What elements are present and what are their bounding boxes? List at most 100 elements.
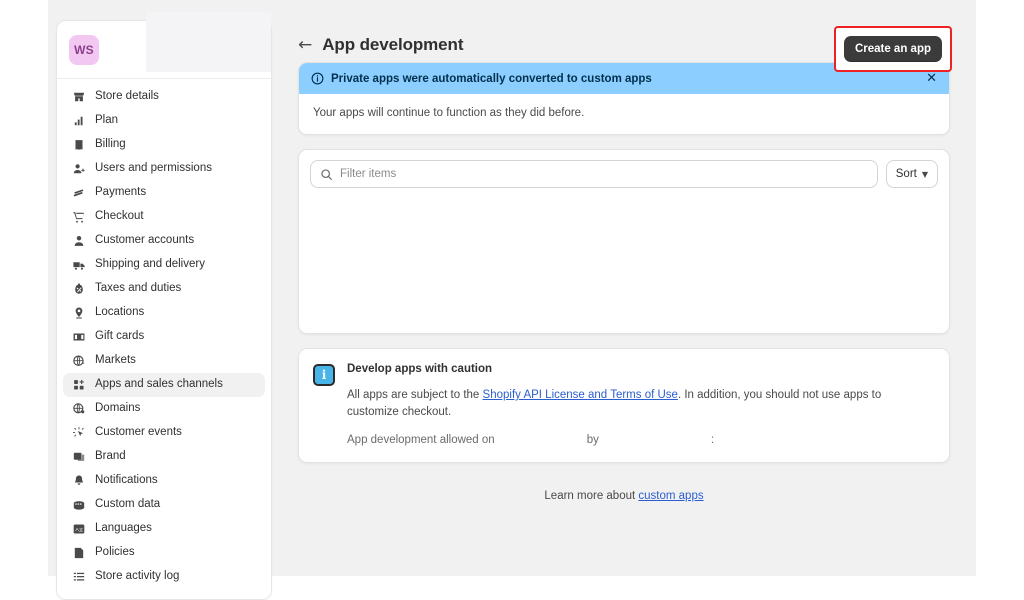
- create-app-highlight: Create an app: [833, 26, 952, 72]
- sidebar-nav: Store details Plan Billing Users and permis…: [57, 79, 271, 589]
- sidebar-item-label: Shipping and delivery: [95, 258, 205, 271]
- info-badge-icon: i: [313, 364, 335, 386]
- sidebar-item-brand[interactable]: Brand: [63, 445, 265, 469]
- settings-sidebar: WS Store details Plan Billing Users and per…: [56, 20, 272, 600]
- app-page: WS Store details Plan Billing Users and per…: [48, 0, 976, 600]
- apps-list-empty-area: [299, 198, 949, 318]
- database-icon: [71, 498, 86, 513]
- image-icon: [71, 450, 86, 465]
- store-header: WS: [57, 21, 271, 79]
- apps-grid-icon: [71, 378, 86, 393]
- learn-more-footer: Learn more about custom apps: [298, 490, 950, 502]
- allowed-prefix: App development allowed on: [347, 434, 495, 447]
- avatar: WS: [69, 34, 99, 65]
- chevron-down-icon: ▼: [921, 169, 928, 179]
- search-input[interactable]: [340, 168, 868, 180]
- sidebar-item-checkout[interactable]: Checkout: [63, 205, 265, 229]
- sidebar-item-label: Users and permissions: [95, 162, 212, 175]
- learn-more-text: Learn more about: [544, 490, 639, 503]
- sidebar-item-label: Locations: [95, 306, 145, 319]
- sidebar-item-shipping-and-delivery[interactable]: Shipping and delivery: [63, 253, 265, 277]
- sidebar-item-customer-events[interactable]: Customer events: [63, 421, 265, 445]
- custom-apps-link[interactable]: custom apps: [638, 490, 703, 502]
- sidebar-item-label: Domains: [95, 402, 141, 415]
- truck-icon: [71, 258, 86, 273]
- conversion-banner: Private apps were automatically converte…: [298, 62, 950, 135]
- user-add-icon: [71, 162, 86, 177]
- content-area: Private apps were automatically converte…: [288, 62, 976, 502]
- sidebar-item-label: Custom data: [95, 498, 161, 511]
- sidebar-item-store-details[interactable]: Store details: [63, 85, 265, 109]
- filter-input-wrapper[interactable]: [310, 160, 878, 188]
- sidebar-item-languages[interactable]: A 文 Languages: [63, 517, 265, 541]
- sidebar-item-label: Store activity log: [95, 570, 180, 583]
- domain-globe-icon: [71, 402, 86, 417]
- translate-icon: A文: [71, 522, 86, 537]
- sidebar-item-label: Languages: [95, 522, 152, 535]
- page-title: App development: [322, 35, 464, 54]
- main-content: ← App development Create an app Private: [288, 0, 976, 576]
- sidebar-item-label: Markets: [95, 354, 136, 367]
- policy-icon: [71, 546, 86, 561]
- create-app-button[interactable]: Create an app: [843, 36, 942, 62]
- caution-body: Develop apps with caution All apps are s…: [347, 363, 935, 446]
- caution-text: All apps are subject to the Shopify API …: [347, 387, 935, 420]
- globe-icon: [71, 354, 86, 369]
- sidebar-item-label: Brand: [95, 450, 126, 463]
- allowed-colon: :: [710, 434, 715, 447]
- sidebar-item-label: Store details: [95, 90, 159, 103]
- search-icon: [320, 168, 333, 181]
- sidebar-item-label: Customer events: [95, 426, 182, 439]
- sidebar-item-customer-accounts[interactable]: Customer accounts: [63, 229, 265, 253]
- receipt-icon: [71, 138, 86, 153]
- sidebar-item-payments[interactable]: Payments: [63, 181, 265, 205]
- sidebar-item-policies[interactable]: Policies: [63, 541, 265, 565]
- filter-row: Sort ▼: [299, 150, 949, 198]
- close-icon[interactable]: ✕: [926, 72, 937, 85]
- app-development-allowed-row: App development allowed on by :: [347, 434, 935, 446]
- arrow-left-icon[interactable]: ←: [298, 36, 312, 54]
- sidebar-item-label: Taxes and duties: [95, 282, 182, 295]
- caution-card: i Develop apps with caution All apps are…: [298, 348, 950, 464]
- bell-icon: [71, 474, 86, 489]
- sidebar-item-domains[interactable]: Domains: [63, 397, 265, 421]
- banner-body: Your apps will continue to function as t…: [299, 94, 949, 134]
- sidebar-item-apps-and-sales-channels[interactable]: Apps and sales channels: [63, 373, 265, 397]
- apps-list-card: Sort ▼: [298, 149, 950, 334]
- sidebar-item-label: Notifications: [95, 474, 158, 487]
- store-icon: [71, 90, 86, 105]
- sidebar-item-custom-data[interactable]: Custom data: [63, 493, 265, 517]
- cart-icon: [71, 210, 86, 225]
- person-icon: [71, 234, 86, 249]
- gift-card-icon: [71, 330, 86, 345]
- sidebar-item-store-activity-log[interactable]: Store activity log: [63, 565, 265, 589]
- sidebar-item-label: Plan: [95, 114, 119, 127]
- sidebar-item-label: Checkout: [95, 210, 144, 223]
- sidebar-item-gift-cards[interactable]: Gift cards: [63, 325, 265, 349]
- chart-bar-icon: [71, 114, 86, 129]
- caution-text-before: All apps are subject to the: [347, 389, 483, 401]
- sort-label: Sort: [895, 168, 917, 180]
- sidebar-item-label: Gift cards: [95, 330, 145, 343]
- sidebar-item-label: Billing: [95, 138, 126, 151]
- info-circle-icon: [311, 72, 324, 85]
- credit-card-icon: [71, 186, 86, 201]
- sidebar-item-label: Apps and sales channels: [95, 378, 223, 391]
- sort-button[interactable]: Sort ▼: [885, 160, 938, 188]
- sidebar-item-label: Payments: [95, 186, 147, 199]
- allowed-by: by: [586, 434, 599, 447]
- sidebar-item-notifications[interactable]: Notifications: [63, 469, 265, 493]
- sidebar-item-taxes-and-duties[interactable]: Taxes and duties: [63, 277, 265, 301]
- pin-icon: [71, 306, 86, 321]
- sidebar-item-users-and-permissions[interactable]: Users and permissions: [63, 157, 265, 181]
- banner-title: Private apps were automatically converte…: [331, 72, 652, 85]
- sidebar-item-plan[interactable]: Plan: [63, 109, 265, 133]
- api-license-link[interactable]: Shopify API License and Terms of Use: [483, 389, 678, 401]
- sidebar-item-locations[interactable]: Locations: [63, 301, 265, 325]
- list-icon: [71, 570, 86, 585]
- cursor-click-icon: [71, 426, 86, 441]
- sidebar-item-markets[interactable]: Markets: [63, 349, 265, 373]
- caution-title: Develop apps with caution: [347, 363, 493, 375]
- sidebar-item-label: Policies: [95, 546, 135, 559]
- sidebar-item-billing[interactable]: Billing: [63, 133, 265, 157]
